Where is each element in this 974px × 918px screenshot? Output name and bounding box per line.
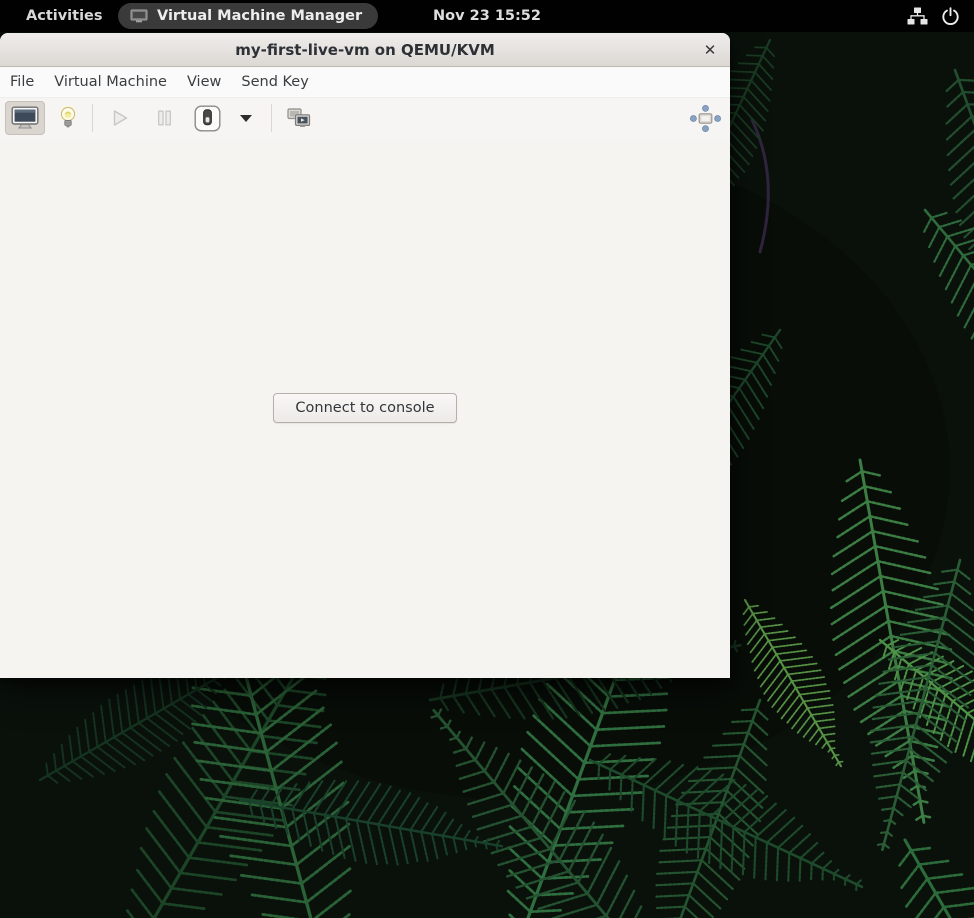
vm-console-window: my-first-live-vm on QEMU/KVM ✕ File Virt…	[0, 33, 730, 678]
resize-icon	[690, 105, 721, 132]
fullscreen-button[interactable]	[280, 101, 318, 135]
console-view-button[interactable]	[5, 101, 45, 135]
network-icon	[907, 7, 928, 25]
lightbulb-icon	[58, 105, 78, 132]
resize-to-vm-button[interactable]	[686, 101, 724, 135]
menu-virtual-machine[interactable]: Virtual Machine	[44, 69, 177, 95]
connect-to-console-button[interactable]: Connect to console	[273, 393, 456, 423]
hardware-details-button[interactable]	[50, 101, 86, 135]
fullscreen-icon	[287, 108, 311, 129]
close-button[interactable]: ✕	[697, 37, 723, 63]
menu-send-key[interactable]: Send Key	[231, 69, 318, 95]
menu-bar: File Virtual Machine View Send Key	[0, 67, 730, 98]
menu-file[interactable]: File	[0, 69, 44, 95]
window-title: my-first-live-vm on QEMU/KVM	[235, 41, 495, 59]
toolbar-separator	[92, 104, 93, 132]
shutdown-button[interactable]	[190, 101, 224, 135]
clock[interactable]: Nov 23 15:52	[433, 0, 541, 32]
window-titlebar[interactable]: my-first-live-vm on QEMU/KVM ✕	[0, 33, 730, 67]
run-button[interactable]	[101, 101, 139, 135]
top-bar: Activities Virtual Machine Manager Nov 2…	[0, 0, 974, 32]
monitor-icon	[11, 106, 39, 130]
toolbar	[0, 98, 730, 138]
power-icon	[941, 7, 960, 26]
activities-button[interactable]: Activities	[18, 5, 111, 27]
console-placeholder-area: Connect to console	[0, 138, 730, 678]
focused-app-label: Virtual Machine Manager	[157, 8, 362, 24]
chevron-down-icon	[240, 115, 252, 122]
shutdown-icon	[194, 105, 221, 132]
play-icon	[111, 109, 129, 127]
shutdown-menu-button[interactable]	[234, 101, 258, 135]
pause-button[interactable]	[145, 101, 183, 135]
menu-view[interactable]: View	[177, 69, 231, 95]
toolbar-separator	[271, 104, 272, 132]
focused-app-button[interactable]: Virtual Machine Manager	[118, 3, 378, 29]
system-status-area[interactable]	[907, 0, 960, 32]
virt-manager-icon	[130, 9, 148, 24]
pause-icon	[156, 109, 173, 127]
